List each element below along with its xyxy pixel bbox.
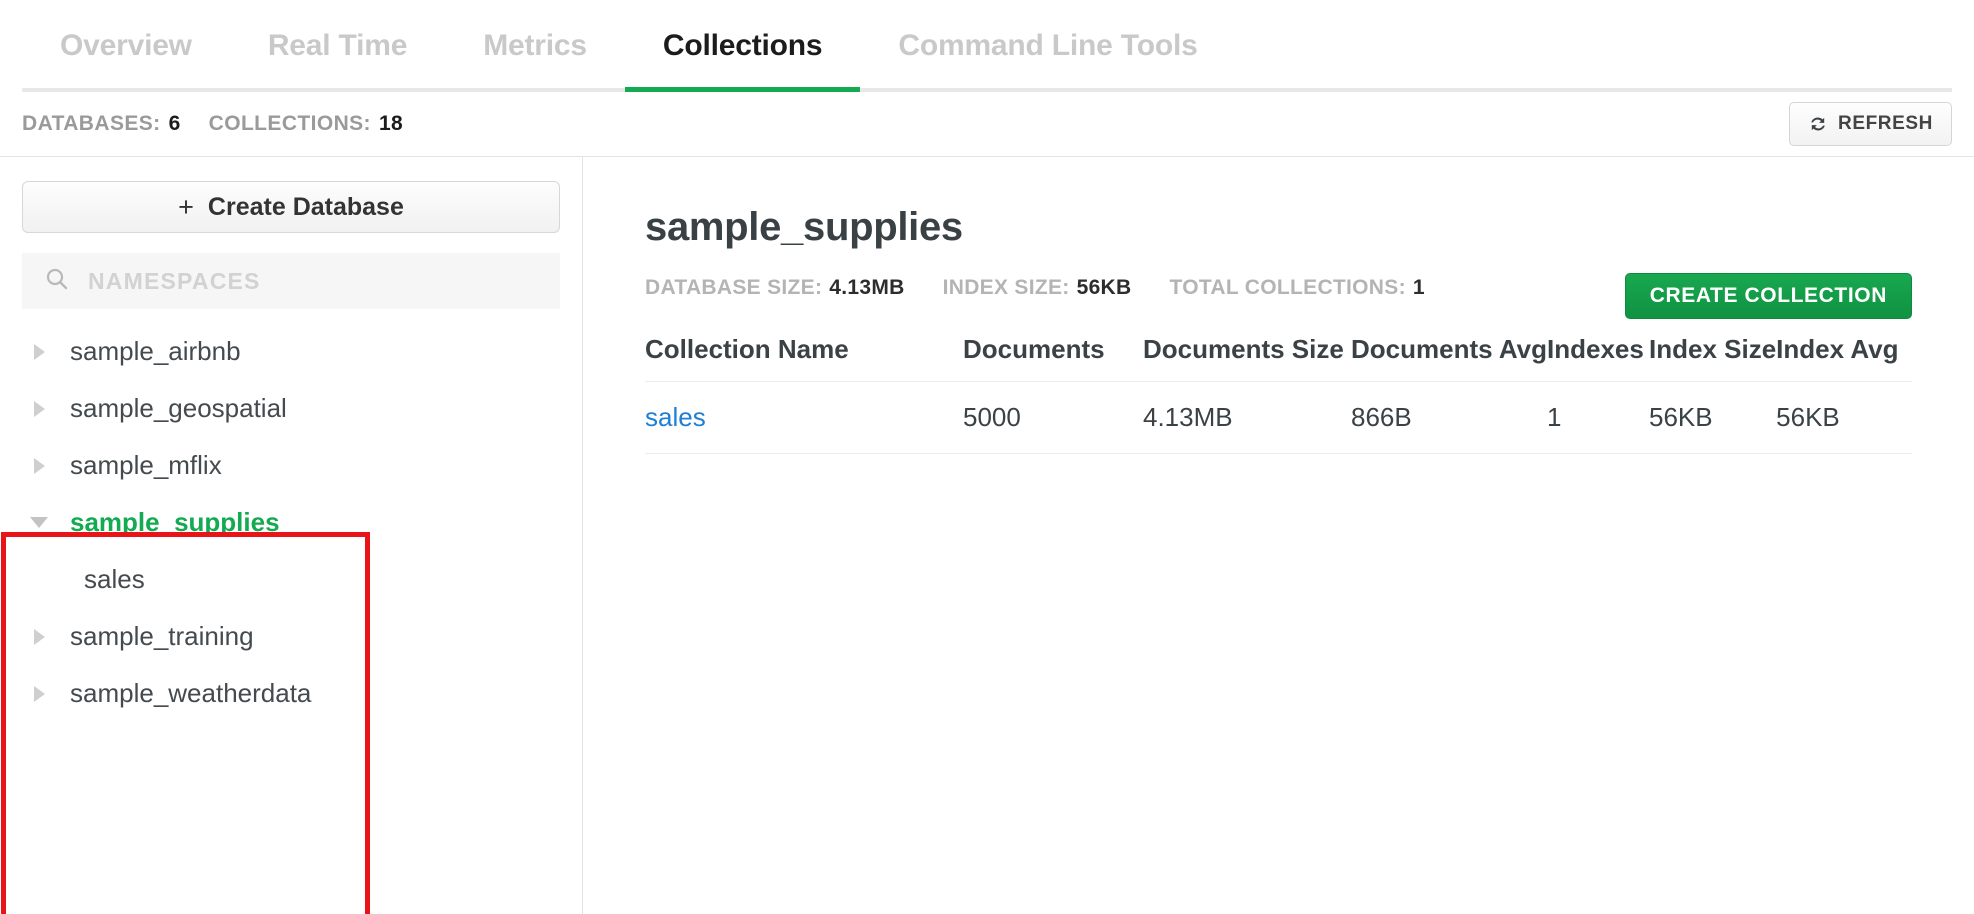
namespace-tree: sample_airbnb sample_geospatial sample_m… [22, 323, 560, 722]
tree-row-sample-mflix[interactable]: sample_mflix [22, 437, 560, 494]
chevron-right-icon[interactable] [22, 629, 56, 645]
total-collections-value: 1 [1413, 276, 1425, 299]
stats-summary: DATABASES: 6 COLLECTIONS: 18 [22, 112, 403, 136]
tree-label-sales: sales [56, 564, 145, 595]
column-header-documents-size: Documents Size [1143, 334, 1351, 382]
tree-row-sample-geospatial[interactable]: sample_geospatial [22, 380, 560, 437]
database-detail-panel: sample_supplies DATABASE SIZE: 4.13MB IND… [583, 157, 1974, 914]
chevron-right-icon[interactable] [22, 401, 56, 417]
collections-table: Collection Name Documents Documents Size… [645, 334, 1912, 454]
table-row: sales 5000 4.13MB 866B 1 56KB 56KB [645, 382, 1912, 454]
tree-row-sample-supplies[interactable]: sample_supplies [22, 494, 560, 551]
index-size-value: 56KB [1077, 276, 1132, 299]
chevron-down-icon[interactable] [22, 517, 56, 528]
column-header-index-avg: Index Avg [1776, 334, 1912, 382]
tab-real-time[interactable]: Real Time [230, 0, 445, 92]
collections-label: COLLECTIONS: [209, 112, 371, 136]
column-header-collection-name: Collection Name [645, 334, 963, 382]
cell-documents-size: 4.13MB [1143, 382, 1351, 454]
cell-documents-avg: 866B [1351, 382, 1547, 454]
tree-label-sample-geospatial: sample_geospatial [56, 393, 287, 424]
index-size-stat: INDEX SIZE: 56KB [943, 276, 1132, 300]
column-header-documents: Documents [963, 334, 1143, 382]
cell-collection-name[interactable]: sales [645, 382, 963, 454]
search-icon [44, 266, 70, 297]
table-header-row: Collection Name Documents Documents Size… [645, 334, 1912, 382]
tab-metrics-label: Metrics [483, 29, 587, 63]
tree-row-sample-weatherdata[interactable]: sample_weatherdata [22, 665, 560, 722]
tree-row-sample-training[interactable]: sample_training [22, 608, 560, 665]
cell-documents: 5000 [963, 382, 1143, 454]
tab-collections[interactable]: Collections [625, 0, 861, 92]
create-database-label: Create Database [208, 193, 404, 222]
chevron-right-icon[interactable] [22, 686, 56, 702]
plus-icon: + [178, 192, 194, 223]
chevron-right-icon[interactable] [22, 344, 56, 360]
collection-link-sales[interactable]: sales [645, 402, 706, 432]
databases-label: DATABASES: [22, 112, 161, 136]
total-collections-stat: TOTAL COLLECTIONS: 1 [1169, 276, 1424, 300]
tree-label-sample-training: sample_training [56, 621, 254, 652]
tree-label-sample-supplies: sample_supplies [56, 507, 280, 538]
namespaces-sidebar: + Create Database sample_airbnb sample_g… [0, 157, 583, 914]
namespace-search-box[interactable] [22, 253, 560, 309]
tab-overview[interactable]: Overview [22, 0, 230, 92]
tab-collections-label: Collections [663, 29, 823, 63]
chevron-right-icon[interactable] [22, 458, 56, 474]
create-database-button[interactable]: + Create Database [22, 181, 560, 233]
cell-index-avg: 56KB [1776, 382, 1912, 454]
tree-label-sample-airbnb: sample_airbnb [56, 336, 241, 367]
column-header-indexes: Indexes [1547, 334, 1649, 382]
tab-real-time-label: Real Time [268, 29, 407, 63]
column-header-index-size: Index Size [1649, 334, 1776, 382]
tab-command-line-tools[interactable]: Command Line Tools [860, 0, 1235, 92]
total-collections-label: TOTAL COLLECTIONS: [1169, 276, 1405, 299]
collections-count: 18 [379, 112, 403, 136]
create-collection-button[interactable]: CREATE COLLECTION [1625, 273, 1912, 319]
column-header-documents-avg: Documents Avg [1351, 334, 1547, 382]
tree-row-sample-airbnb[interactable]: sample_airbnb [22, 323, 560, 380]
namespace-search-input[interactable] [88, 268, 538, 295]
tree-label-sample-mflix: sample_mflix [56, 450, 222, 481]
database-size-value: 4.13MB [829, 276, 904, 299]
tree-row-sales[interactable]: sales [22, 551, 560, 608]
tab-metrics[interactable]: Metrics [445, 0, 625, 92]
page-title: sample_supplies [645, 205, 1912, 250]
content-split: + Create Database sample_airbnb sample_g… [0, 156, 1974, 914]
index-size-label: INDEX SIZE: [943, 276, 1070, 299]
cell-indexes: 1 [1547, 382, 1649, 454]
create-collection-label: CREATE COLLECTION [1650, 284, 1887, 308]
database-size-stat: DATABASE SIZE: 4.13MB [645, 276, 905, 300]
refresh-button-label: REFRESH [1838, 113, 1933, 135]
primary-tab-bar: Overview Real Time Metrics Collections C… [0, 0, 1974, 92]
tab-overview-label: Overview [60, 29, 192, 63]
databases-count: 6 [169, 112, 181, 136]
refresh-button[interactable]: REFRESH [1789, 102, 1952, 146]
stats-bar: DATABASES: 6 COLLECTIONS: 18 REFRESH [0, 92, 1974, 156]
cell-index-size: 56KB [1649, 382, 1776, 454]
database-size-label: DATABASE SIZE: [645, 276, 822, 299]
tab-command-line-tools-label: Command Line Tools [898, 29, 1197, 63]
tree-label-sample-weatherdata: sample_weatherdata [56, 678, 311, 709]
refresh-icon [1808, 114, 1828, 134]
